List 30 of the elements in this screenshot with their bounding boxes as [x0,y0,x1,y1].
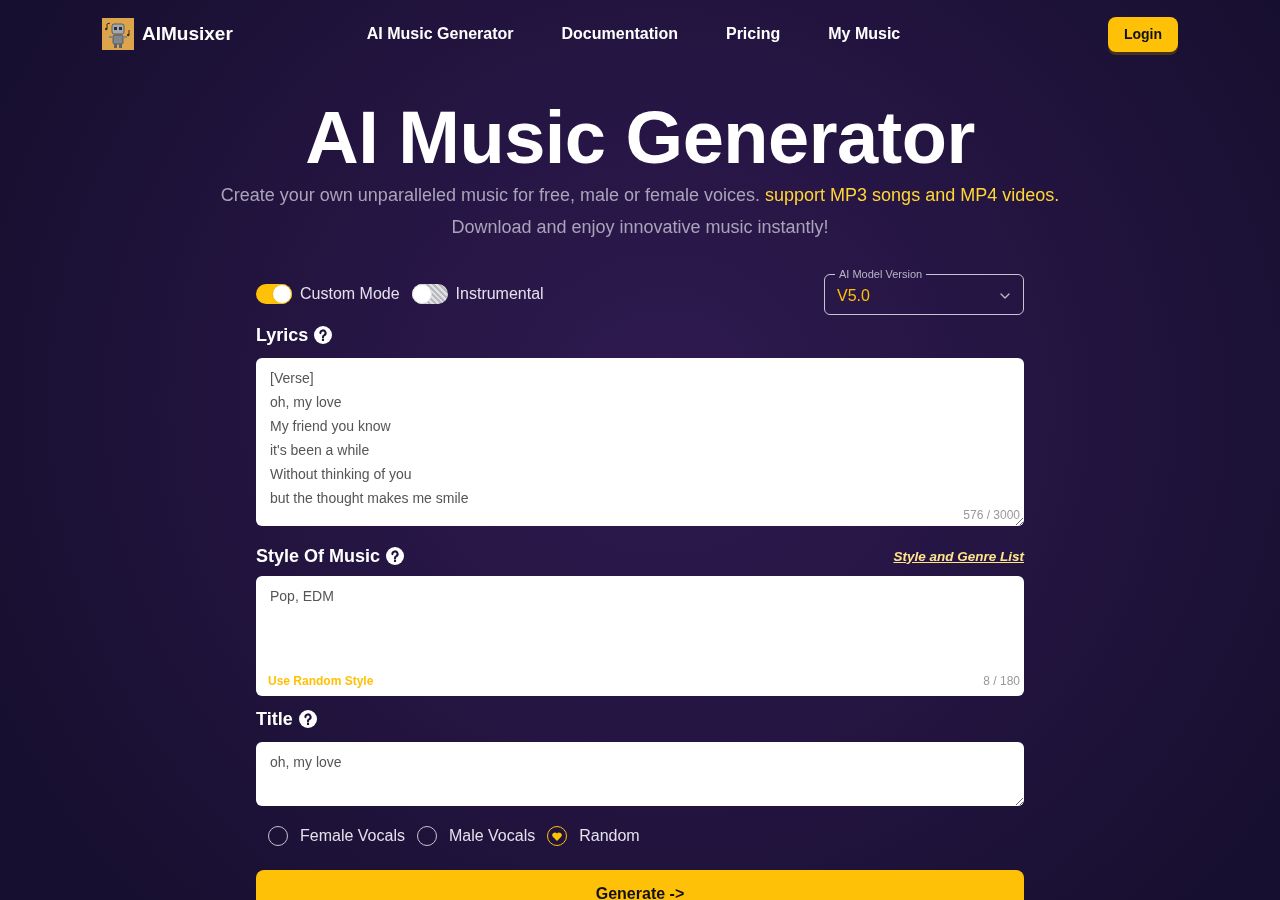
select-label: AI Model Version [838,267,924,281]
robot-logo-icon[interactable] [102,18,134,50]
hero-subtitle: Create your own unparalleled music for free, male or female voices. support MP3 songs and MP4 videos. Download and enjoy innovative music instantly! [220,184,1060,239]
generate-button[interactable]: Generate -> [256,870,1024,900]
char-counter: 8 / 180 [983,674,1020,688]
nav-link[interactable]: Documentation [561,25,678,43]
help-icon [386,547,405,565]
brand-name[interactable]: AIMusixer [142,23,233,45]
help-icon [298,710,317,728]
field-label: Title [256,708,293,730]
genre-list-link[interactable]: Style and Genre List [893,548,1024,564]
title-field[interactable]: oh, my love [256,742,1024,806]
login-button[interactable]: Login [1108,16,1178,52]
field-label: Lyrics [256,324,309,346]
field-label: Style Of Music [256,545,381,567]
heart-icon [552,831,563,841]
nav-link[interactable]: My Music [828,25,901,43]
radio-label: Female Vocals [300,827,405,845]
nav-link[interactable]: Pricing [725,25,781,43]
toggle-label: Custom Mode [300,285,400,303]
radio-label: Male Vocals [448,827,536,845]
toggle-switch[interactable] [411,284,448,304]
toggle-switch[interactable] [256,284,292,304]
radio-label: Random [579,827,640,845]
nav-link[interactable]: AI Music Generator [366,25,514,43]
toggle-label: Instrumental [455,285,544,303]
page-title: AI Music Generator [305,97,975,179]
model-select[interactable]: AI Model Version V5.0 [824,267,1024,315]
char-counter: 576 / 3000 [963,508,1020,522]
help-icon [314,326,333,344]
